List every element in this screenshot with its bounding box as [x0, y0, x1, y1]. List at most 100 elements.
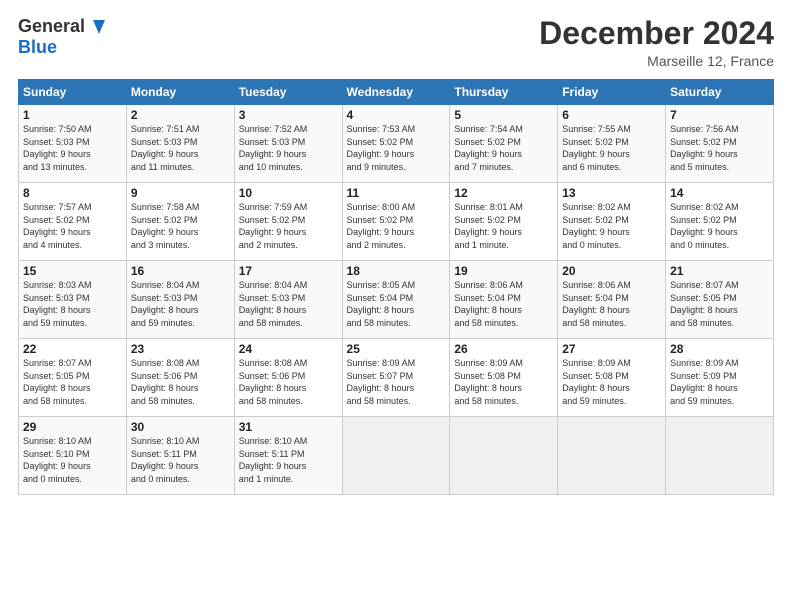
day-info: Sunrise: 7:58 AMSunset: 5:02 PMDaylight:…: [131, 201, 230, 251]
day-number: 7: [670, 108, 769, 122]
day-info: Sunrise: 8:09 AMSunset: 5:08 PMDaylight:…: [562, 357, 661, 407]
day-info: Sunrise: 8:04 AMSunset: 5:03 PMDaylight:…: [239, 279, 338, 329]
day-info: Sunrise: 7:51 AMSunset: 5:03 PMDaylight:…: [131, 123, 230, 173]
day-number: 18: [347, 264, 446, 278]
col-saturday: Saturday: [666, 80, 774, 105]
table-row: 9Sunrise: 7:58 AMSunset: 5:02 PMDaylight…: [126, 183, 234, 261]
table-row: 19Sunrise: 8:06 AMSunset: 5:04 PMDayligh…: [450, 261, 558, 339]
col-monday: Monday: [126, 80, 234, 105]
day-info: Sunrise: 8:06 AMSunset: 5:04 PMDaylight:…: [562, 279, 661, 329]
day-number: 20: [562, 264, 661, 278]
day-info: Sunrise: 8:06 AMSunset: 5:04 PMDaylight:…: [454, 279, 553, 329]
calendar: Sunday Monday Tuesday Wednesday Thursday…: [18, 79, 774, 495]
table-row: 6Sunrise: 7:55 AMSunset: 5:02 PMDaylight…: [558, 105, 666, 183]
day-number: 14: [670, 186, 769, 200]
day-number: 19: [454, 264, 553, 278]
table-row: 22Sunrise: 8:07 AMSunset: 5:05 PMDayligh…: [19, 339, 127, 417]
day-number: 25: [347, 342, 446, 356]
day-number: 24: [239, 342, 338, 356]
col-wednesday: Wednesday: [342, 80, 450, 105]
day-number: 6: [562, 108, 661, 122]
location-subtitle: Marseille 12, France: [539, 53, 774, 69]
day-number: 16: [131, 264, 230, 278]
day-info: Sunrise: 7:52 AMSunset: 5:03 PMDaylight:…: [239, 123, 338, 173]
day-number: 26: [454, 342, 553, 356]
day-number: 9: [131, 186, 230, 200]
day-info: Sunrise: 8:08 AMSunset: 5:06 PMDaylight:…: [239, 357, 338, 407]
day-number: 22: [23, 342, 122, 356]
day-info: Sunrise: 8:07 AMSunset: 5:05 PMDaylight:…: [23, 357, 122, 407]
day-info: Sunrise: 8:09 AMSunset: 5:08 PMDaylight:…: [454, 357, 553, 407]
day-info: Sunrise: 7:56 AMSunset: 5:02 PMDaylight:…: [670, 123, 769, 173]
day-number: 30: [131, 420, 230, 434]
day-number: 12: [454, 186, 553, 200]
day-info: Sunrise: 8:05 AMSunset: 5:04 PMDaylight:…: [347, 279, 446, 329]
day-info: Sunrise: 8:00 AMSunset: 5:02 PMDaylight:…: [347, 201, 446, 251]
table-row: 20Sunrise: 8:06 AMSunset: 5:04 PMDayligh…: [558, 261, 666, 339]
table-row: 28Sunrise: 8:09 AMSunset: 5:09 PMDayligh…: [666, 339, 774, 417]
day-number: 8: [23, 186, 122, 200]
table-row: 7Sunrise: 7:56 AMSunset: 5:02 PMDaylight…: [666, 105, 774, 183]
day-number: 10: [239, 186, 338, 200]
table-row: 31Sunrise: 8:10 AMSunset: 5:11 PMDayligh…: [234, 417, 342, 495]
logo: General Blue: [18, 16, 105, 58]
table-row: 23Sunrise: 8:08 AMSunset: 5:06 PMDayligh…: [126, 339, 234, 417]
table-row: 2Sunrise: 7:51 AMSunset: 5:03 PMDaylight…: [126, 105, 234, 183]
day-info: Sunrise: 8:10 AMSunset: 5:11 PMDaylight:…: [239, 435, 338, 485]
table-row: 18Sunrise: 8:05 AMSunset: 5:04 PMDayligh…: [342, 261, 450, 339]
day-info: Sunrise: 8:08 AMSunset: 5:06 PMDaylight:…: [131, 357, 230, 407]
day-number: 21: [670, 264, 769, 278]
table-row: 5Sunrise: 7:54 AMSunset: 5:02 PMDaylight…: [450, 105, 558, 183]
col-tuesday: Tuesday: [234, 80, 342, 105]
day-number: 28: [670, 342, 769, 356]
day-info: Sunrise: 8:09 AMSunset: 5:07 PMDaylight:…: [347, 357, 446, 407]
day-info: Sunrise: 7:59 AMSunset: 5:02 PMDaylight:…: [239, 201, 338, 251]
table-row: 1Sunrise: 7:50 AMSunset: 5:03 PMDaylight…: [19, 105, 127, 183]
day-info: Sunrise: 8:02 AMSunset: 5:02 PMDaylight:…: [670, 201, 769, 251]
day-number: 1: [23, 108, 122, 122]
day-number: 29: [23, 420, 122, 434]
day-number: 5: [454, 108, 553, 122]
day-info: Sunrise: 8:10 AMSunset: 5:11 PMDaylight:…: [131, 435, 230, 485]
table-row: 29Sunrise: 8:10 AMSunset: 5:10 PMDayligh…: [19, 417, 127, 495]
day-number: 3: [239, 108, 338, 122]
table-row: 4Sunrise: 7:53 AMSunset: 5:02 PMDaylight…: [342, 105, 450, 183]
day-info: Sunrise: 8:03 AMSunset: 5:03 PMDaylight:…: [23, 279, 122, 329]
table-row: 25Sunrise: 8:09 AMSunset: 5:07 PMDayligh…: [342, 339, 450, 417]
day-info: Sunrise: 7:57 AMSunset: 5:02 PMDaylight:…: [23, 201, 122, 251]
table-row: [342, 417, 450, 495]
table-row: 16Sunrise: 8:04 AMSunset: 5:03 PMDayligh…: [126, 261, 234, 339]
day-info: Sunrise: 8:02 AMSunset: 5:02 PMDaylight:…: [562, 201, 661, 251]
table-row: 30Sunrise: 8:10 AMSunset: 5:11 PMDayligh…: [126, 417, 234, 495]
day-number: 23: [131, 342, 230, 356]
day-number: 27: [562, 342, 661, 356]
header: General Blue December 2024 Marseille 12,…: [18, 16, 774, 69]
table-row: 21Sunrise: 8:07 AMSunset: 5:05 PMDayligh…: [666, 261, 774, 339]
day-info: Sunrise: 7:50 AMSunset: 5:03 PMDaylight:…: [23, 123, 122, 173]
table-row: 27Sunrise: 8:09 AMSunset: 5:08 PMDayligh…: [558, 339, 666, 417]
table-row: 12Sunrise: 8:01 AMSunset: 5:02 PMDayligh…: [450, 183, 558, 261]
table-row: 14Sunrise: 8:02 AMSunset: 5:02 PMDayligh…: [666, 183, 774, 261]
day-number: 11: [347, 186, 446, 200]
day-info: Sunrise: 8:10 AMSunset: 5:10 PMDaylight:…: [23, 435, 122, 485]
day-info: Sunrise: 8:01 AMSunset: 5:02 PMDaylight:…: [454, 201, 553, 251]
table-row: [558, 417, 666, 495]
table-row: 13Sunrise: 8:02 AMSunset: 5:02 PMDayligh…: [558, 183, 666, 261]
table-row: 17Sunrise: 8:04 AMSunset: 5:03 PMDayligh…: [234, 261, 342, 339]
month-title: December 2024: [539, 16, 774, 51]
day-number: 4: [347, 108, 446, 122]
title-block: December 2024 Marseille 12, France: [539, 16, 774, 69]
day-info: Sunrise: 7:55 AMSunset: 5:02 PMDaylight:…: [562, 123, 661, 173]
day-info: Sunrise: 7:53 AMSunset: 5:02 PMDaylight:…: [347, 123, 446, 173]
table-row: 15Sunrise: 8:03 AMSunset: 5:03 PMDayligh…: [19, 261, 127, 339]
table-row: 8Sunrise: 7:57 AMSunset: 5:02 PMDaylight…: [19, 183, 127, 261]
table-row: 11Sunrise: 8:00 AMSunset: 5:02 PMDayligh…: [342, 183, 450, 261]
day-number: 13: [562, 186, 661, 200]
day-info: Sunrise: 7:54 AMSunset: 5:02 PMDaylight:…: [454, 123, 553, 173]
day-number: 2: [131, 108, 230, 122]
table-row: 26Sunrise: 8:09 AMSunset: 5:08 PMDayligh…: [450, 339, 558, 417]
col-thursday: Thursday: [450, 80, 558, 105]
day-info: Sunrise: 8:07 AMSunset: 5:05 PMDaylight:…: [670, 279, 769, 329]
logo-blue: Blue: [18, 37, 57, 57]
day-number: 17: [239, 264, 338, 278]
